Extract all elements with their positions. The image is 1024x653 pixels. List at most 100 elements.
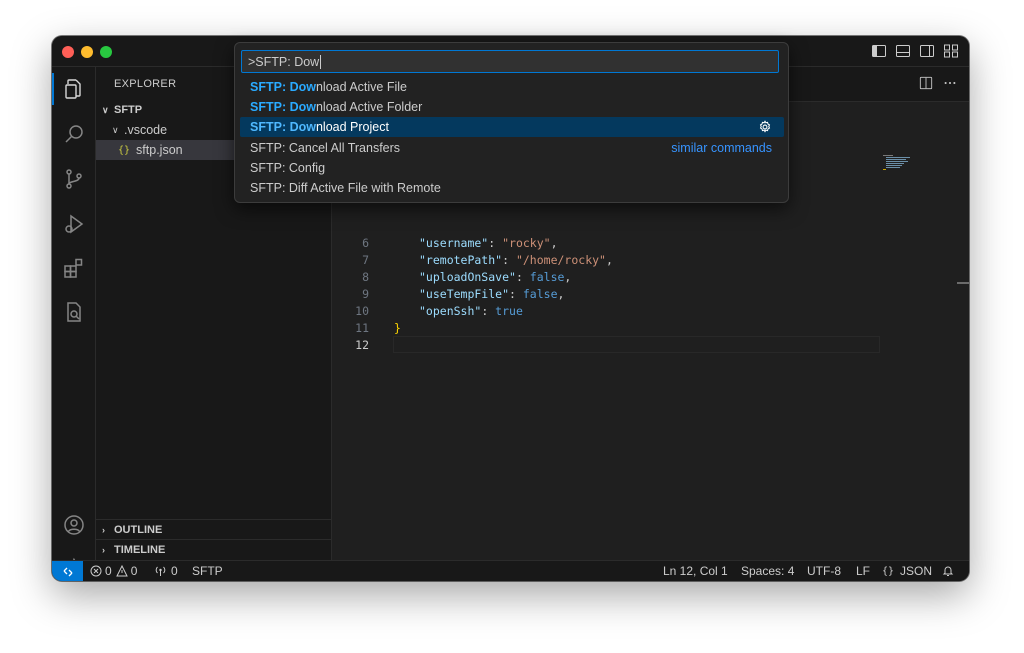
layout-controls [871, 43, 959, 59]
json-colon: : [481, 303, 496, 318]
command-input-value: >SFTP: Dow [248, 54, 320, 69]
code-line: 6 "username": "rocky", [332, 234, 880, 251]
activity-bar [52, 67, 96, 581]
chevron-down-icon: ∨ [112, 124, 119, 135]
json-comma: , [564, 269, 572, 284]
notifications-bell-icon[interactable] [942, 561, 954, 581]
command-palette: >SFTP: Dow SFTP: Dow nload Active File SF… [234, 42, 789, 203]
code-line-current: 12 [332, 336, 880, 353]
file-label: sftp.json [136, 143, 183, 157]
outline-label: OUTLINE [114, 524, 163, 536]
explorer-icon[interactable] [52, 69, 96, 109]
error-count: 0 [105, 564, 112, 578]
command-item-selected[interactable]: SFTP: Dow nload Project [240, 117, 784, 137]
problems-indicator[interactable]: 0 0 [90, 561, 137, 581]
extensions-icon[interactable] [52, 248, 96, 288]
json-key: "openSsh" [419, 303, 482, 318]
command-label: nload Active File [315, 80, 407, 94]
json-key: "remotePath" [419, 252, 503, 267]
json-colon: : [509, 286, 523, 301]
command-match: SFTP: Dow [250, 80, 316, 94]
line-number: 7 [362, 252, 369, 267]
json-key: "useTempFile" [419, 286, 510, 301]
cursor-position[interactable]: Ln 12, Col 1 [663, 561, 728, 581]
command-item[interactable]: SFTP: Config [240, 158, 784, 178]
minimap[interactable] [883, 155, 913, 171]
minimize-window-button[interactable] [81, 46, 93, 58]
json-value: "/home/rocky" [515, 252, 606, 267]
sftp-status[interactable]: SFTP [192, 561, 223, 581]
command-label: SFTP: Diff Active File with Remote [250, 181, 441, 195]
root-folder-label: SFTP [114, 104, 143, 116]
command-label: SFTP: Cancel All Transfers [250, 141, 401, 155]
closing-brace: } [394, 320, 401, 335]
close-window-button[interactable] [62, 46, 74, 58]
status-bar: 0 0 0 SFTP Ln 12, Col 1 Spaces: 4 UTF-8 … [52, 560, 969, 581]
command-match: SFTP: Dow [250, 120, 316, 134]
toggle-secondary-sidebar-icon[interactable] [919, 43, 935, 59]
json-value: false [529, 269, 565, 284]
ports-indicator[interactable]: 0 [154, 561, 178, 581]
command-palette-input[interactable]: >SFTP: Dow [241, 50, 779, 73]
code-line: 10 "openSsh": true [332, 302, 880, 319]
account-icon[interactable] [52, 505, 96, 545]
more-actions-icon[interactable] [943, 76, 957, 90]
chevron-right-icon: › [102, 545, 105, 555]
command-label: nload Active Folder [315, 100, 423, 114]
encoding[interactable]: UTF-8 [807, 561, 841, 581]
maximize-window-button[interactable] [100, 46, 112, 58]
json-colon: : [502, 252, 516, 267]
chevron-down-icon: ∨ [102, 104, 109, 115]
command-item[interactable]: SFTP: Dow nload Active File [240, 77, 784, 97]
json-colon: : [488, 235, 503, 250]
warning-count: 0 [130, 564, 138, 578]
json-value: "rocky" [502, 235, 551, 250]
run-debug-icon[interactable] [52, 204, 96, 244]
scrollbar-marker[interactable] [957, 282, 969, 284]
text-caret [320, 54, 322, 69]
json-key: "uploadOnSave" [419, 269, 516, 284]
search-icon[interactable] [52, 114, 96, 154]
broadcast-icon [155, 566, 166, 576]
command-match: SFTP: Dow [250, 100, 316, 114]
timeline-label: TIMELINE [114, 544, 166, 556]
toggle-primary-sidebar-icon[interactable] [871, 43, 887, 59]
remote-explorer-icon[interactable] [52, 292, 96, 332]
similar-commands-link[interactable]: similar commands [671, 138, 772, 158]
subfolder-label: .vscode [124, 123, 168, 137]
line-number: 11 [355, 320, 369, 335]
indentation[interactable]: Spaces: 4 [741, 561, 794, 581]
command-item[interactable]: SFTP: Cancel All Transfers similar comma… [240, 138, 784, 158]
code-line: 9 "useTempFile": false, [332, 285, 880, 302]
source-control-icon[interactable] [52, 159, 96, 199]
ports-count: 0 [171, 564, 178, 578]
line-number: 8 [362, 269, 369, 284]
line-number: 9 [362, 286, 369, 301]
split-editor-icon[interactable] [919, 76, 933, 90]
json-file-icon: {} [118, 144, 131, 156]
error-icon [90, 565, 102, 577]
json-comma: , [605, 252, 613, 267]
timeline-section[interactable]: › TIMELINE [96, 539, 332, 560]
language-label: JSON [900, 564, 933, 578]
command-label: nload Project [315, 120, 389, 134]
line-number: 6 [362, 235, 369, 250]
end-of-line[interactable]: LF [856, 561, 870, 581]
code-line: 11 } [332, 319, 880, 336]
customize-layout-icon[interactable] [943, 43, 959, 59]
json-colon: : [515, 269, 530, 284]
remote-indicator[interactable] [52, 561, 83, 581]
language-mode[interactable]: {} JSON [882, 561, 932, 581]
code-line: 7 "remotePath": "/home/rocky", [332, 251, 880, 268]
remote-icon [63, 567, 72, 576]
chevron-right-icon: › [102, 525, 105, 535]
configure-keybinding-gear-icon[interactable] [758, 117, 772, 137]
command-label: SFTP: Config [250, 161, 326, 175]
outline-section[interactable]: › OUTLINE [96, 519, 332, 540]
warning-icon [115, 565, 128, 577]
line-number: 12 [355, 337, 369, 352]
toggle-panel-icon[interactable] [895, 43, 911, 59]
command-item[interactable]: SFTP: Diff Active File with Remote [240, 178, 784, 198]
json-comma: , [557, 286, 565, 301]
command-item[interactable]: SFTP: Dow nload Active Folder [240, 97, 784, 117]
